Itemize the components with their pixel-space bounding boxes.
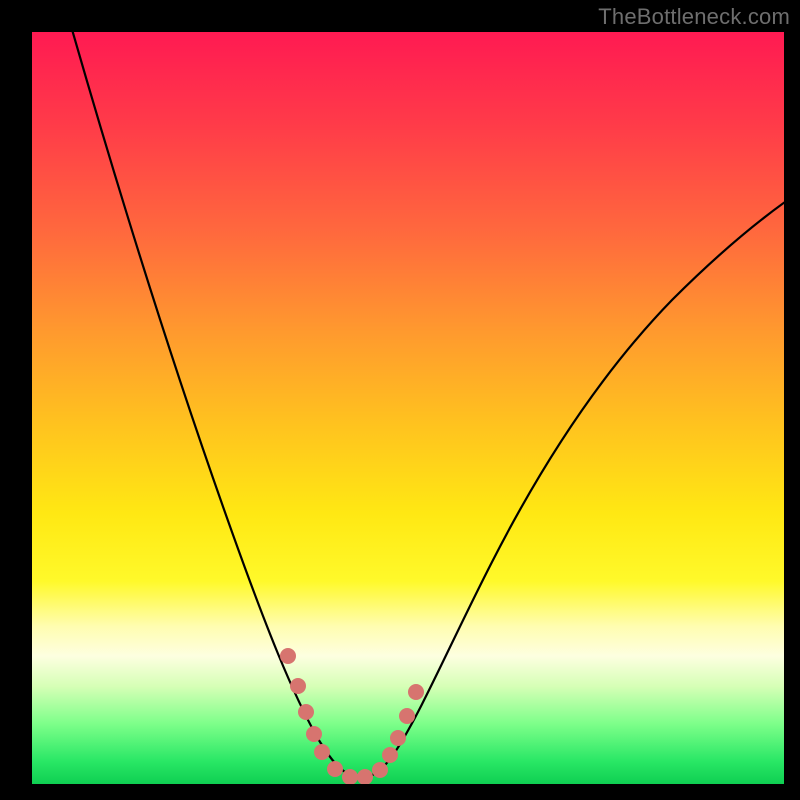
watermark-text: TheBottleneck.com [598,4,790,30]
highlight-dots [280,648,424,784]
chart-frame: TheBottleneck.com [0,0,800,800]
curve-path [67,32,784,777]
bottleneck-curve [32,32,784,784]
plot-area [32,32,784,784]
